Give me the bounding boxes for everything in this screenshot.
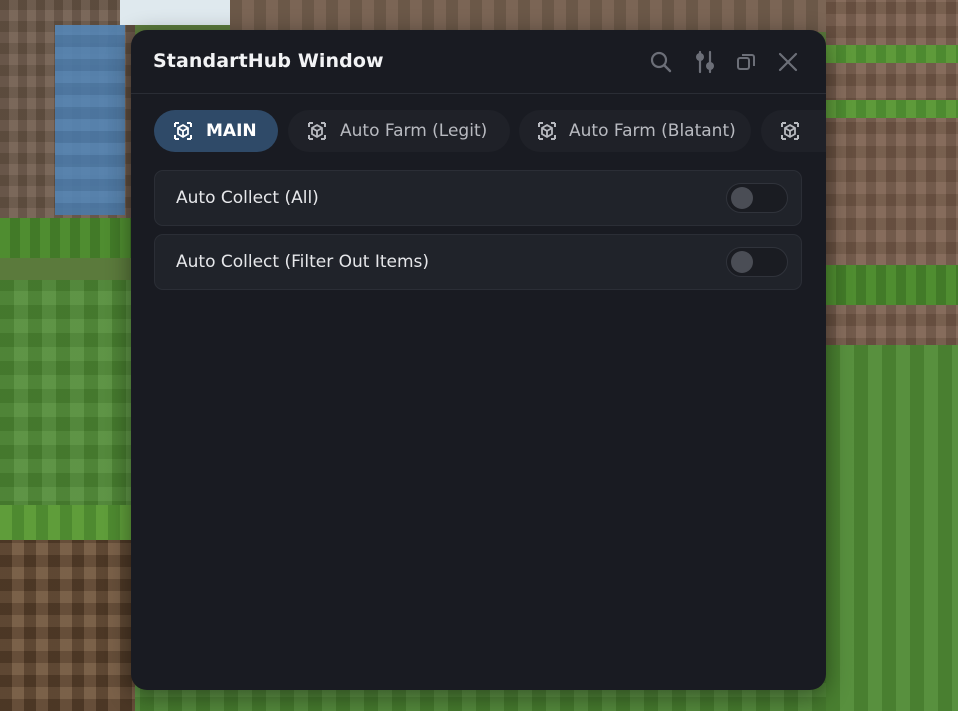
option-auto-collect-all[interactable]: Auto Collect (All): [154, 170, 802, 226]
dirt-wall-top: [230, 0, 830, 32]
cube-icon: [535, 118, 559, 144]
tab-bar: MAIN Auto Farm (Legit) Auto Farm (Blatan…: [131, 94, 826, 166]
tab-main[interactable]: MAIN: [154, 110, 278, 152]
tab-auto-farm-legit[interactable]: Auto Farm (Legit): [288, 110, 510, 152]
cube-icon: [170, 118, 196, 144]
auto-collect-filter-toggle[interactable]: [726, 247, 788, 277]
cube-icon: [304, 118, 330, 144]
dirt-block: [0, 540, 135, 711]
toggle-knob: [731, 187, 753, 209]
tab-auto-farm-blatant-label: Auto Farm (Blatant): [569, 121, 736, 141]
option-label: Auto Collect (All): [176, 188, 319, 208]
content-area: [131, 300, 826, 690]
grass-ledge: [826, 45, 958, 63]
sliders-icon: [692, 49, 718, 75]
settings-button[interactable]: [691, 48, 719, 76]
title-bar[interactable]: StandartHub Window: [131, 30, 826, 94]
game-background: StandartHub Window MAIN Auto Farm (Legit…: [0, 0, 958, 711]
search-button[interactable]: [647, 48, 675, 76]
option-auto-collect-filter[interactable]: Auto Collect (Filter Out Items): [154, 234, 802, 290]
grass-ledge: [826, 100, 958, 118]
grass-ledge: [826, 265, 958, 305]
tab-main-label: MAIN: [206, 121, 257, 141]
restore-icon: [735, 51, 757, 73]
tab-auto-farm-blatant[interactable]: Auto Farm (Blatant): [519, 110, 751, 152]
sky-patch: [120, 0, 230, 25]
grass-block-top: [0, 505, 135, 545]
toggle-knob: [731, 251, 753, 273]
hub-window: StandartHub Window MAIN Auto Farm (Legit…: [131, 30, 826, 690]
tab-more[interactable]: [761, 110, 826, 152]
window-title: StandartHub Window: [153, 50, 384, 72]
restore-button[interactable]: [732, 48, 760, 76]
search-icon: [649, 50, 673, 74]
tab-auto-farm-legit-label: Auto Farm (Legit): [340, 121, 488, 141]
auto-collect-all-toggle[interactable]: [726, 183, 788, 213]
close-button[interactable]: [774, 48, 802, 76]
option-label: Auto Collect (Filter Out Items): [176, 252, 430, 272]
cube-icon: [777, 118, 803, 144]
close-icon: [777, 51, 799, 73]
grass-terrain: [826, 345, 958, 711]
waterfall: [55, 25, 125, 215]
grass-ledge: [0, 218, 135, 258]
